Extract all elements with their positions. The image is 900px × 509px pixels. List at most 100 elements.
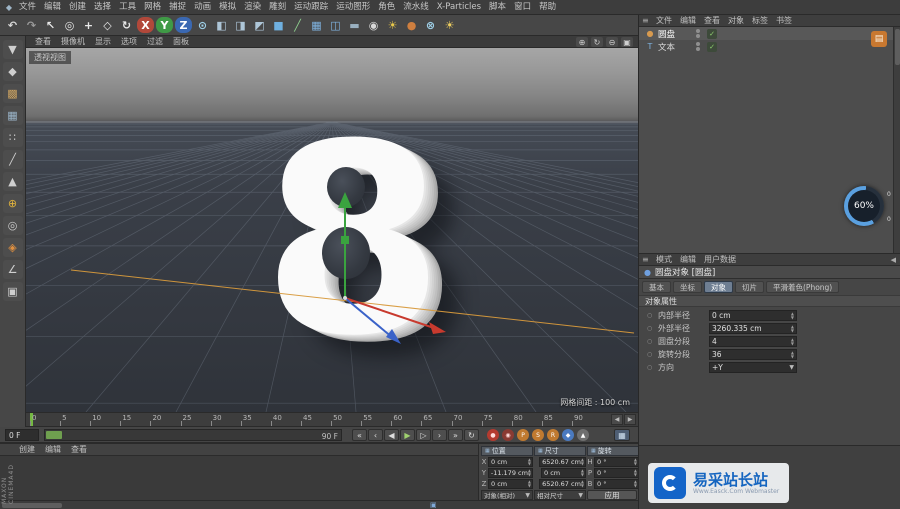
viewport-canvas[interactable]: 8 透视视图 网格间距 : 100 cm [26, 48, 638, 412]
timeline-ruler[interactable]: 051015202530354045505560657075808590 ◀ ▶ [26, 412, 638, 427]
prev-frame-button[interactable]: ◀ [384, 429, 399, 441]
x-axis-button[interactable]: X [137, 17, 154, 33]
keyframe-dot-icon[interactable]: ○ [647, 351, 655, 358]
coordinate-field[interactable]: 0 cm▲▼ [488, 479, 533, 489]
viewport-menu-item[interactable]: 显示 [90, 36, 116, 47]
lamp-icon[interactable]: ☀ [441, 17, 458, 33]
object-row[interactable]: T 文本 ✓ [639, 40, 893, 53]
goto-end-button[interactable]: » [448, 429, 463, 441]
current-frame-field[interactable]: 0 F [5, 429, 39, 441]
material-menu-item[interactable]: 编辑 [40, 444, 66, 455]
position-mode-dropdown[interactable]: 对象(相对)▼ [481, 490, 533, 500]
object-row[interactable]: ● 圆盘 ✓ [639, 27, 893, 40]
attribute-tab[interactable]: 对象 [704, 281, 733, 293]
live-selection-icon[interactable]: ◎ [61, 17, 78, 33]
viewport-menu-item[interactable]: 摄像机 [56, 36, 90, 47]
next-key-button[interactable]: › [432, 429, 447, 441]
selection-arrow-icon[interactable]: ↖ [42, 17, 59, 33]
menubar-item[interactable]: 流水线 [399, 0, 433, 14]
preview-range-slider[interactable]: 90 F [44, 429, 342, 441]
menubar-item[interactable]: 脚本 [485, 0, 510, 14]
material-menu-item[interactable]: 查看 [66, 444, 92, 455]
attribute-field[interactable]: 3260.335 cm ▲▼ ▼ [709, 323, 797, 334]
panel-menu-icon[interactable]: ≡ [642, 16, 652, 25]
y-axis-button[interactable]: Y [156, 17, 173, 33]
menubar-item[interactable]: 帮助 [535, 0, 560, 14]
menubar-item[interactable]: 雕刻 [265, 0, 290, 14]
attribute-tab[interactable]: 平滑着色(Phong) [766, 281, 839, 293]
floor-icon[interactable]: ▬ [346, 17, 363, 33]
enable-check-tag[interactable]: ✓ [707, 42, 717, 52]
pan-view-icon[interactable]: ⊕ [576, 37, 588, 47]
primitive-cube-icon[interactable]: ■ [270, 17, 287, 33]
play-button[interactable]: ▶ [400, 429, 415, 441]
spinner-icon[interactable]: ▲▼ [581, 458, 584, 466]
spinner-icon[interactable]: ▲▼ [528, 469, 531, 477]
undo-icon[interactable]: ↶ [4, 17, 21, 33]
snap-magnet-icon[interactable]: ◈ [3, 238, 23, 257]
object-manager-menu-item[interactable]: 标签 [748, 15, 772, 26]
keyframe-dot-icon[interactable]: ○ [647, 338, 655, 345]
visibility-toggles[interactable] [696, 42, 700, 51]
points-mode-icon[interactable]: ∷ [3, 128, 23, 147]
next-frame-button[interactable]: ▷ [416, 429, 431, 441]
z-axis-arrow[interactable] [345, 298, 393, 338]
object-manager-menu-item[interactable]: 查看 [700, 15, 724, 26]
axis-origin[interactable] [343, 296, 347, 300]
menubar-item[interactable]: 创建 [65, 0, 90, 14]
z-axis-arrowhead[interactable] [386, 329, 401, 344]
menubar-item[interactable]: 渲染 [240, 0, 265, 14]
keyframe-dot-icon[interactable]: ○ [647, 325, 655, 332]
keyframe-selection-icon[interactable]: ▦ [614, 429, 630, 441]
menubar-item[interactable]: 编辑 [40, 0, 65, 14]
attribute-tab[interactable]: 坐标 [673, 281, 702, 293]
prev-key-button[interactable]: ‹ [368, 429, 383, 441]
menubar-item[interactable]: X-Particles [433, 0, 485, 14]
spline-pen-icon[interactable]: ╱ [289, 17, 306, 33]
menubar-item[interactable]: 选择 [90, 0, 115, 14]
menubar-item[interactable]: 运动图形 [332, 0, 374, 14]
range-start-handle[interactable] [46, 431, 62, 439]
attribute-field[interactable]: 0 cm ▲▼ ▼ [709, 310, 797, 321]
coordinate-field[interactable]: -11.179 cm▲▼ [488, 468, 533, 478]
maximize-view-icon[interactable]: ▣ [621, 37, 633, 47]
menubar-item[interactable]: 工具 [115, 0, 140, 14]
rotate-tool-icon[interactable]: ↻ [118, 17, 135, 33]
spinner-icon[interactable]: ▲▼ [791, 338, 794, 346]
viewport-menu-item[interactable]: 选项 [116, 36, 142, 47]
workplane-snap-icon[interactable]: ∠ [3, 260, 23, 279]
material-icon[interactable]: ● [403, 17, 420, 33]
scroll-right-icon[interactable]: ▶ [624, 414, 636, 425]
object-manager-menu-item[interactable]: 书签 [772, 15, 796, 26]
coordinate-field[interactable]: 0 cm▲▼ [488, 457, 533, 467]
subdivision-surface-icon[interactable]: ▦ [308, 17, 325, 33]
viewport-menu-item[interactable]: 面板 [168, 36, 194, 47]
spinner-icon[interactable]: ▲▼ [581, 480, 584, 488]
dropdown-icon[interactable]: ▼ [789, 364, 794, 371]
move-tool-icon[interactable]: + [80, 17, 97, 33]
menubar-item[interactable]: 网格 [140, 0, 165, 14]
keyframe-pla-toggle[interactable]: ▲ [577, 429, 589, 441]
orbit-view-icon[interactable]: ↻ [591, 37, 603, 47]
keyframe-dot-icon[interactable]: ○ [647, 312, 655, 319]
coordinate-field[interactable]: 0 °▲▼ [594, 457, 639, 467]
object-manager-menu-item[interactable]: 编辑 [676, 15, 700, 26]
keyframe-scale-toggle[interactable]: S [532, 429, 544, 441]
attribute-menu-item[interactable]: 用户数据 [700, 254, 740, 265]
visibility-toggles[interactable] [696, 29, 700, 38]
record-keyframe-button[interactable]: ● [487, 429, 499, 441]
keyframe-rotation-toggle[interactable]: R [547, 429, 559, 441]
spinner-icon[interactable]: ▲▼ [528, 480, 531, 488]
render-settings-icon[interactable]: ◩ [251, 17, 268, 33]
render-view-icon[interactable]: ◧ [213, 17, 230, 33]
keyframe-parameter-toggle[interactable]: ◆ [562, 429, 574, 441]
attribute-menu-item[interactable]: 模式 [652, 254, 676, 265]
attribute-tab[interactable]: 切片 [735, 281, 764, 293]
loop-button[interactable]: ↻ [464, 429, 479, 441]
enable-check-tag[interactable]: ✓ [707, 29, 717, 39]
redo-icon[interactable]: ↷ [23, 17, 40, 33]
array-generator-icon[interactable]: ◫ [327, 17, 344, 33]
zoom-view-icon[interactable]: ⊖ [606, 37, 618, 47]
attribute-field[interactable]: +Y ▲▼ ▼ [709, 362, 797, 373]
attribute-field[interactable]: 36 ▲▼ ▼ [709, 349, 797, 360]
